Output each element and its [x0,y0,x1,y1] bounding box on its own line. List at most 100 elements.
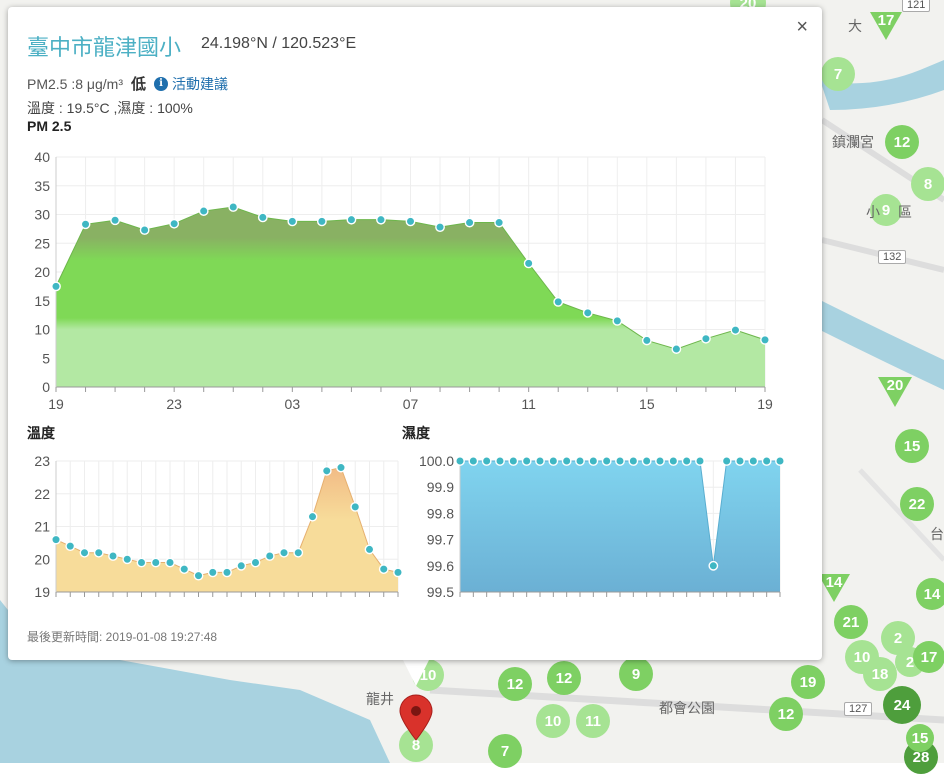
map-marker[interactable]: 9 [619,657,653,691]
map-marker[interactable]: 14 [916,578,944,610]
marker-label: 17 [877,12,895,29]
data-point [307,511,318,522]
activity-advice-link[interactable]: 活動建議 [172,74,228,94]
map-marker[interactable]: 15 [895,429,929,463]
data-point [236,560,247,571]
data-point [222,567,232,578]
site-coordinates: 24.198°N / 120.523°E [201,35,357,52]
data-point [139,225,150,235]
x-tick-label: 15 [639,396,655,412]
y-tick-label: 35 [34,178,50,194]
data-point [93,547,104,558]
marker-label: 12 [555,669,573,687]
data-point [455,456,465,466]
location-pin-icon[interactable] [398,694,434,742]
data-point [641,335,652,346]
data-point [760,334,770,345]
data-point [615,456,625,466]
map-marker[interactable]: 18 [863,657,897,691]
data-point [122,554,133,565]
data-point [336,462,346,473]
data-point [51,534,61,545]
data-point [601,456,612,466]
marker-label: 17 [920,648,938,666]
data-point [588,456,599,466]
y-tick-label: 10 [34,322,50,338]
map-marker[interactable]: 7 [821,57,855,91]
data-point [228,202,239,212]
data-point [548,456,559,466]
data-point [169,218,180,229]
data-point [250,557,261,568]
data-point [207,567,218,578]
data-point [681,456,692,466]
y-tick-label: 99.6 [427,558,454,574]
y-tick-label: 21 [34,519,50,535]
area-fill [460,461,780,592]
data-point [708,560,719,571]
x-tick-label: 07 [403,396,419,412]
data-point [695,456,705,466]
y-tick-label: 15 [34,293,50,309]
y-tick-label: 99.9 [427,479,454,495]
marker-label: 7 [500,742,510,760]
map-marker[interactable]: 11 [576,704,610,738]
info-icon[interactable]: i [154,76,168,91]
marker-label: 12 [506,675,524,693]
map-marker-triangle[interactable]: 20 [876,373,914,411]
data-point [257,212,268,223]
pm25-chart: 0 5 10 15 20 25 30 35 40 19 23 03 07 11 15 19 [34,149,773,412]
pm-summary: PM2.5 :8 μg/m³ 低 i 活動建議 [27,73,228,94]
map-marker[interactable]: 12 [547,661,581,695]
close-icon[interactable]: × [796,17,808,37]
marker-label: 10 [544,712,562,730]
last-updated: 最後更新時間: 2019-01-08 19:27:48 [27,630,218,644]
marker-label: 14 [825,574,843,591]
x-tick-label: 23 [166,396,182,412]
map-marker[interactable]: 24 [883,686,921,724]
data-point [321,465,332,476]
map-marker[interactable]: 15 [906,724,934,752]
y-tick-label: 40 [34,149,50,165]
x-tick-label: 19 [757,396,773,412]
data-point [761,456,772,466]
marker-label: 18 [871,665,889,683]
marker-label: 22 [908,495,926,513]
marker-label: 20 [886,377,904,394]
data-point [287,216,298,227]
data-point [628,456,639,466]
data-point [179,564,190,574]
pm-value: PM2.5 :8 μg/m³ [27,75,123,92]
y-tick-label: 99.5 [427,584,454,600]
area-fill [56,207,765,387]
data-point [701,333,711,344]
data-point [582,307,593,318]
map-marker[interactable]: 19 [791,665,825,699]
x-tick-label: 11 [521,396,536,412]
map-marker[interactable]: 8 [911,167,944,201]
map-marker-triangle[interactable]: 17 [868,8,904,44]
map-marker[interactable]: 22 [900,487,934,521]
marker-label: 12 [893,133,911,151]
map-marker[interactable]: 12 [769,697,803,731]
marker-label: 2 [893,629,903,647]
x-tick-label: 03 [285,396,301,412]
data-point [198,206,209,216]
temperature-chart-title: 溫度 [27,425,55,441]
y-tick-label: 23 [34,453,50,469]
map-marker[interactable]: 17 [913,641,944,673]
data-point [65,541,76,552]
map-marker[interactable]: 12 [498,667,532,701]
data-point [108,551,118,561]
data-point [136,557,147,568]
marker-label: 8 [923,175,933,193]
marker-label: 14 [923,585,941,603]
data-point [80,219,91,230]
map-marker[interactable]: 21 [834,605,868,639]
map-marker[interactable]: 12 [885,125,919,159]
map-marker[interactable]: 10 [536,704,570,738]
data-point [668,456,679,466]
map-label: 龍井 [366,691,394,707]
marker-label: 7 [833,65,843,83]
data-point [468,456,479,466]
